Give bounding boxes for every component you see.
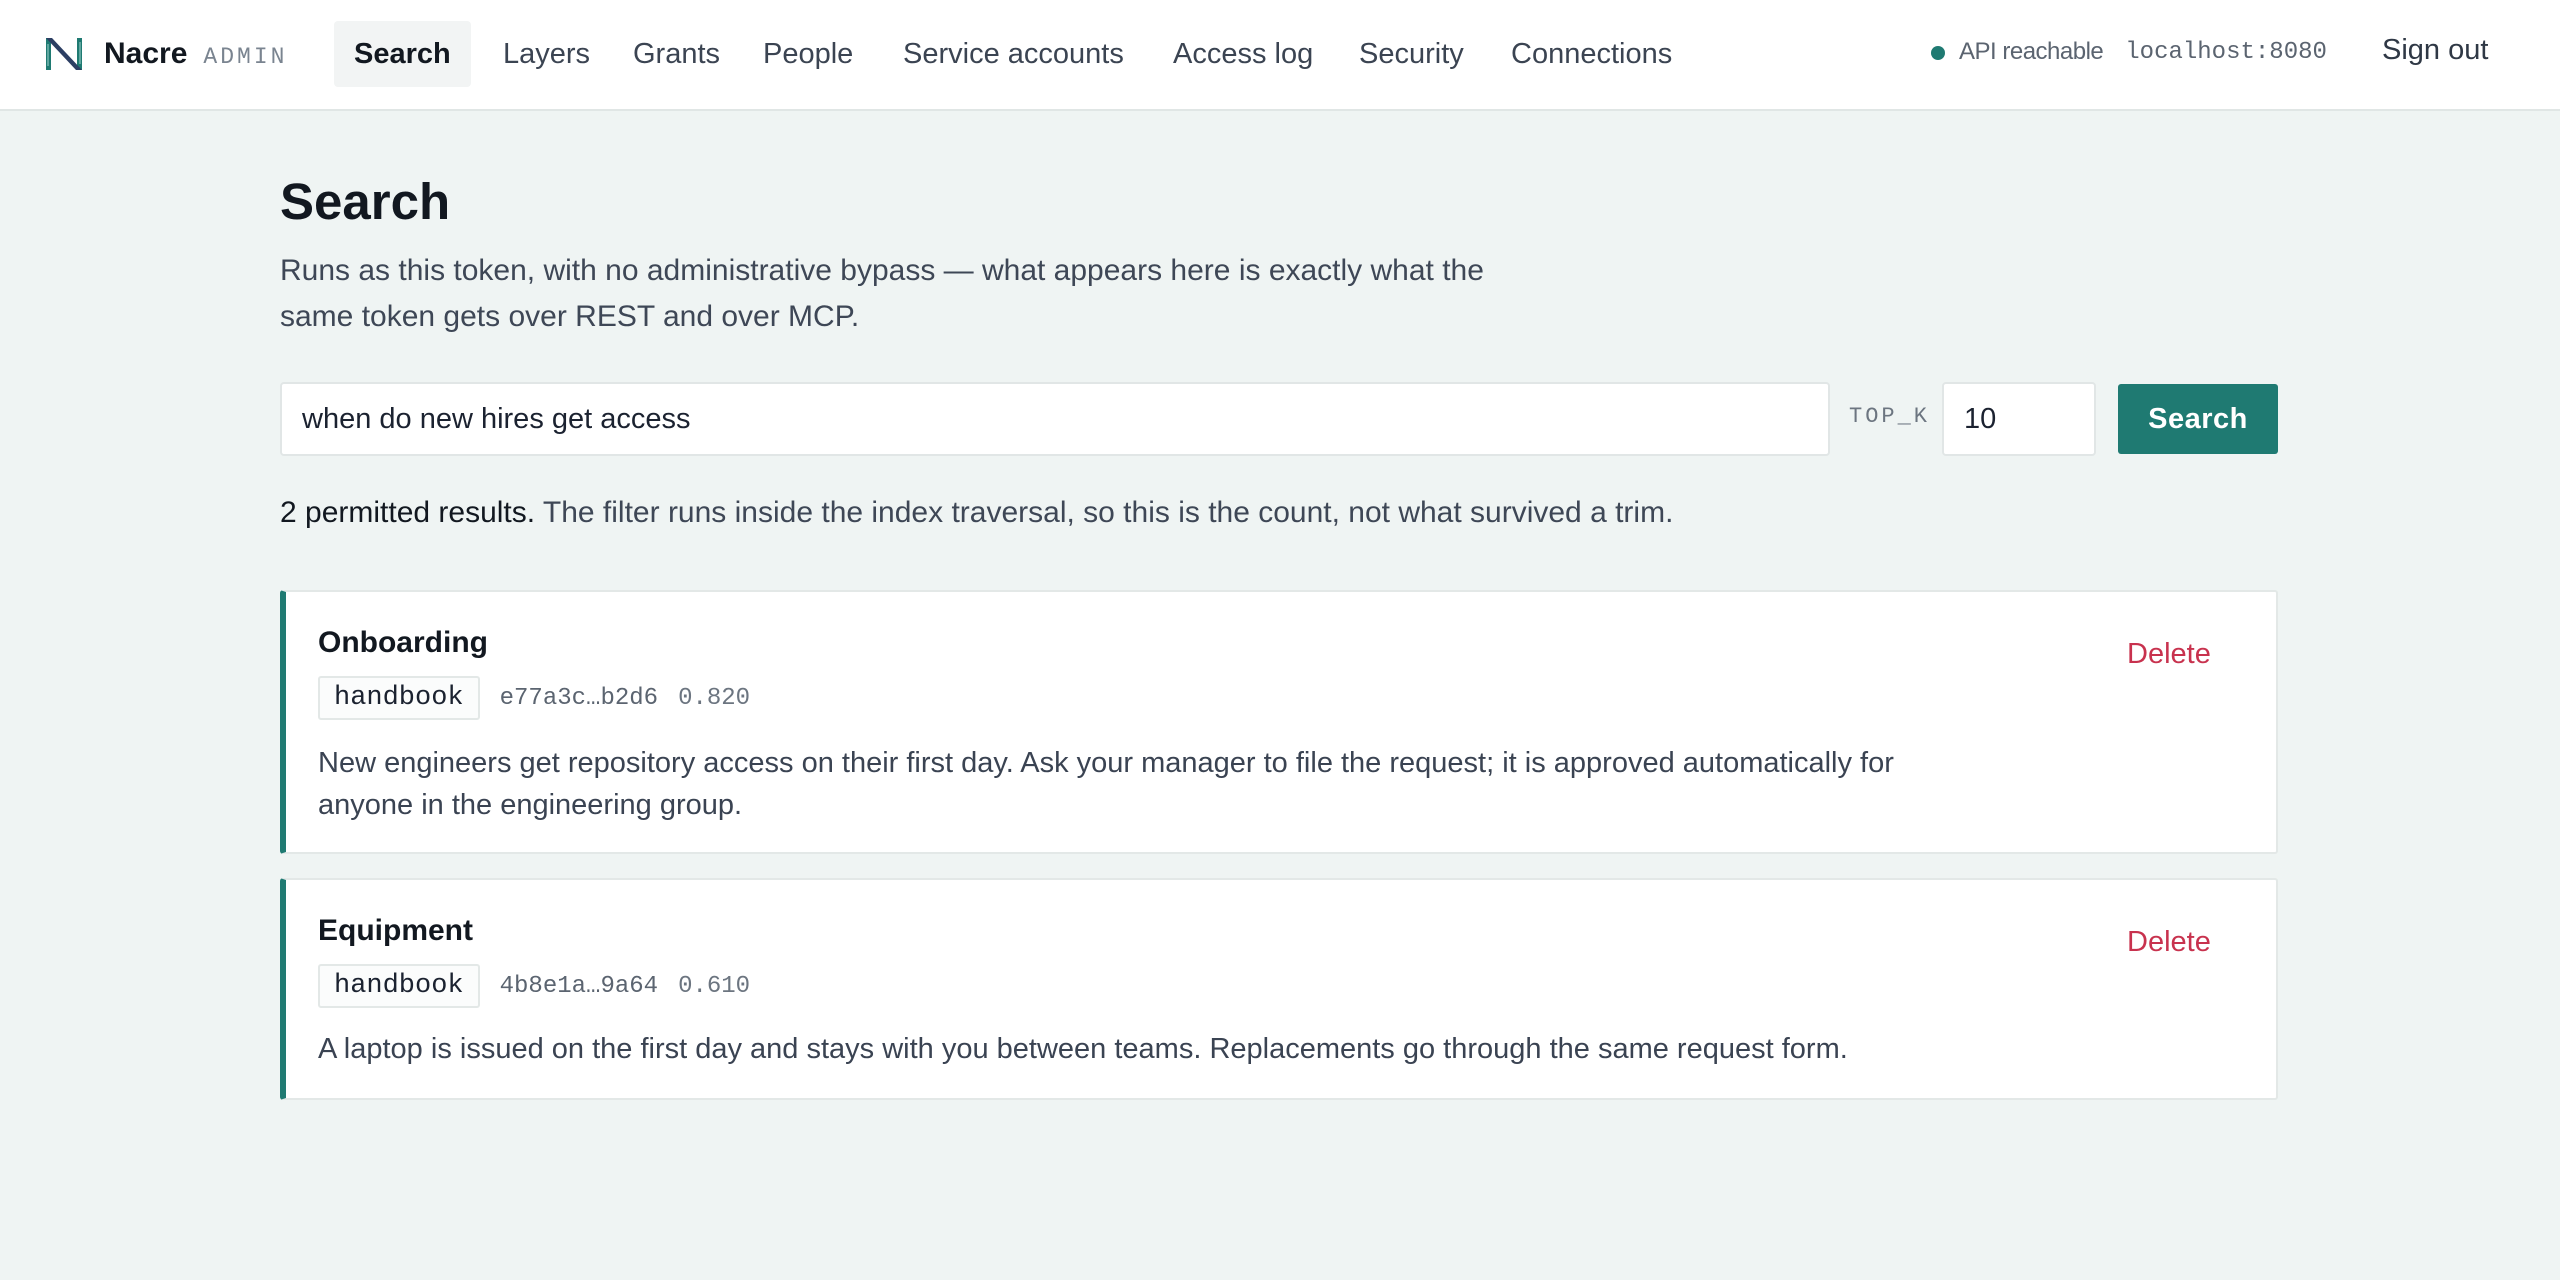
layer-tag: handbook: [318, 676, 480, 720]
document-id: 4b8e1a…9a64: [499, 972, 659, 1000]
status-dot-icon: [1931, 46, 1945, 60]
nav-item-layers[interactable]: Layers: [483, 21, 610, 87]
nav-item-security[interactable]: Security: [1339, 21, 1484, 87]
result-meta: handbook e77a3c…b2d6 0.820: [318, 676, 750, 720]
document-id: e77a3c…b2d6: [499, 684, 659, 712]
nav-item-connections[interactable]: Connections: [1491, 21, 1692, 87]
top-navigation-bar: Nacre ADMIN Search Layers Grants People …: [0, 0, 2560, 111]
nav-item-service-accounts[interactable]: Service accounts: [883, 21, 1144, 87]
result-title: Equipment: [318, 914, 473, 947]
brand[interactable]: Nacre ADMIN: [44, 34, 287, 74]
delete-button[interactable]: Delete: [2127, 638, 2211, 671]
page-subtitle: Runs as this token, with no administrati…: [280, 254, 1484, 333]
result-count-number: 2 permitted results.: [280, 496, 536, 529]
layer-tag: handbook: [318, 964, 480, 1008]
result-snippet: A laptop is issued on the first day and …: [318, 1033, 1848, 1065]
nav-item-people[interactable]: People: [743, 21, 873, 87]
result-snippet: New engineers get repository access on t…: [318, 747, 1894, 821]
relevance-score: 0.820: [678, 684, 751, 712]
result-meta: handbook 4b8e1a…9a64 0.610: [318, 964, 750, 1008]
result-card: Onboarding handbook e77a3c…b2d6 0.820 Ne…: [280, 590, 2278, 854]
top-k-input[interactable]: 10: [1942, 382, 2096, 456]
result-count-explanation: The filter runs inside the index travers…: [535, 496, 1674, 529]
delete-button[interactable]: Delete: [2127, 926, 2211, 959]
api-status: API reachable localhost:8080: [1931, 38, 2327, 66]
search-button[interactable]: Search: [2118, 384, 2278, 454]
api-status-text: API reachable: [1959, 38, 2104, 65]
sign-out-link[interactable]: Sign out: [2382, 34, 2488, 67]
result-title: Onboarding: [318, 626, 488, 659]
api-host: localhost:8080: [2125, 38, 2327, 66]
page-title: Search: [280, 173, 451, 230]
nav-item-grants[interactable]: Grants: [613, 21, 740, 87]
result-count: 2 permitted results. The filter runs ins…: [280, 496, 1673, 530]
nav-item-search[interactable]: Search: [334, 21, 471, 87]
relevance-score: 0.610: [678, 972, 751, 1000]
brand-tag: ADMIN: [203, 44, 288, 70]
search-query-input[interactable]: when do new hires get access: [280, 382, 1830, 456]
top-k-label: TOP_K: [1849, 404, 1931, 429]
nav-item-access-log[interactable]: Access log: [1153, 21, 1333, 87]
brand-name: Nacre: [104, 37, 188, 70]
result-card: Equipment handbook 4b8e1a…9a64 0.610 A l…: [280, 878, 2278, 1100]
nacre-logo-icon: [44, 34, 84, 74]
